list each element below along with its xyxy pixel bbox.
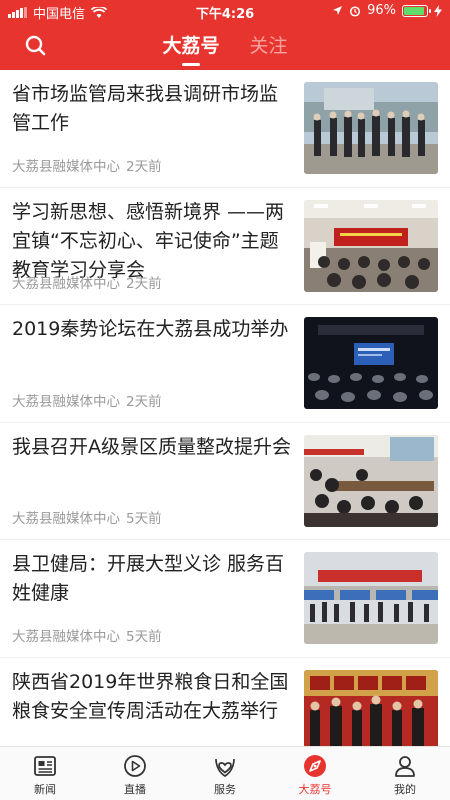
- nav-service[interactable]: 服务: [180, 747, 270, 800]
- nav-news[interactable]: 新闻: [0, 747, 90, 800]
- feed-item-source: 大荔县融媒体中心: [12, 158, 120, 175]
- tab-dalihao[interactable]: 大荔号: [162, 32, 220, 66]
- news-feed: 省市场监管局来我县调研市场监管工作 大荔县融媒体中心 2天前 学习新思想、感悟新境…: [0, 70, 450, 746]
- feed-item-thumbnail: [304, 317, 438, 409]
- bottom-nav: 新闻 直播 服务 大荔号 我的: [0, 746, 450, 800]
- feed-item-source: 大荔县融媒体中心: [12, 628, 120, 645]
- nav-mine[interactable]: 我的: [360, 747, 450, 800]
- feed-item-meta: 大荔县融媒体中心 2天前: [12, 390, 162, 410]
- nav-news-label: 新闻: [34, 783, 56, 796]
- newspaper-icon: [34, 756, 56, 776]
- tab-follow[interactable]: 关注: [250, 32, 288, 60]
- nav-service-label: 服务: [214, 783, 236, 796]
- charging-icon: [434, 4, 442, 17]
- battery-fill: [404, 6, 425, 15]
- nav-mine-label: 我的: [394, 783, 416, 796]
- compass-icon: [304, 755, 326, 777]
- feed-item-title: 2019秦势论坛在大荔县成功举办: [12, 318, 289, 340]
- feed-item[interactable]: 省市场监管局来我县调研市场监管工作 大荔县融媒体中心 2天前: [0, 70, 450, 188]
- feed-item-title: 省市场监管局来我县调研市场监管工作: [12, 83, 279, 134]
- feed-item[interactable]: 2019秦势论坛在大荔县成功举办 大荔县融媒体中心 2天前: [0, 305, 450, 423]
- feed-item-source: 大荔县融媒体中心: [12, 511, 120, 527]
- feed-item-meta: 大荔县融媒体中心 5天前: [12, 507, 162, 527]
- app-header: 中国电信 下午4:26 96% 大荔号 关注: [0, 0, 450, 70]
- header-tabs: 大荔号 关注: [0, 32, 450, 66]
- battery-percent: 96%: [367, 3, 396, 18]
- feed-item-source: 大荔县融媒体中心: [12, 276, 120, 292]
- feed-item-time: 2天前: [126, 158, 162, 175]
- feed-item-time: 2天前: [126, 393, 162, 410]
- nav-live[interactable]: 直播: [90, 747, 180, 800]
- feed-item-meta: 大荔县融媒体中心 5天前: [12, 625, 162, 645]
- feed-item[interactable]: 陕西省2019年世界粮食日和全国粮食安全宣传周活动在大荔举行: [0, 658, 450, 746]
- heart-hand-icon: [215, 758, 235, 777]
- feed-item-thumbnail: [304, 199, 438, 292]
- feed-item-title: 县卫健局：开展大型义诊 服务百姓健康: [12, 553, 285, 604]
- feed-item-source: 大荔县融媒体中心: [12, 393, 120, 410]
- feed-item-time: 5天前: [126, 628, 162, 645]
- feed-item-meta: 大荔县融媒体中心 2天前: [12, 155, 162, 175]
- person-icon: [395, 756, 415, 777]
- location-arrow-icon: [333, 6, 343, 15]
- feed-item-time: 5天前: [126, 511, 162, 527]
- feed-item-time: 2天前: [126, 276, 162, 292]
- feed-item[interactable]: 县卫健局：开展大型义诊 服务百姓健康 大荔县融媒体中心 5天前: [0, 540, 450, 658]
- nav-live-label: 直播: [124, 783, 146, 796]
- nav-dalihao[interactable]: 大荔号: [270, 747, 360, 800]
- feed-item[interactable]: 学习新思想、感悟新境界 ——两宜镇“不忘初心、牢记使命”主题教育学习分享会 大荔…: [0, 188, 450, 305]
- status-bar: 中国电信 下午4:26 96%: [0, 0, 450, 22]
- battery-icon: [402, 4, 431, 17]
- feed-item-thumbnail: [304, 434, 438, 527]
- nav-dalihao-label: 大荔号: [298, 783, 332, 796]
- feed-item-title: 我县召开A级景区质量整改提升会: [12, 435, 291, 458]
- feed-item-thumbnail: [304, 82, 438, 174]
- feed-item-thumbnail: [304, 669, 438, 746]
- alarm-icon: [350, 5, 361, 17]
- feed-item-title: 陕西省2019年世界粮食日和全国粮食安全宣传周活动在大荔举行: [12, 670, 289, 722]
- feed-item-thumbnail: [304, 552, 438, 644]
- play-icon: [124, 755, 146, 777]
- feed-item-meta: 大荔县融媒体中心 2天前: [12, 272, 162, 292]
- feed-item[interactable]: 我县召开A级景区质量整改提升会 大荔县融媒体中心 5天前: [0, 423, 450, 540]
